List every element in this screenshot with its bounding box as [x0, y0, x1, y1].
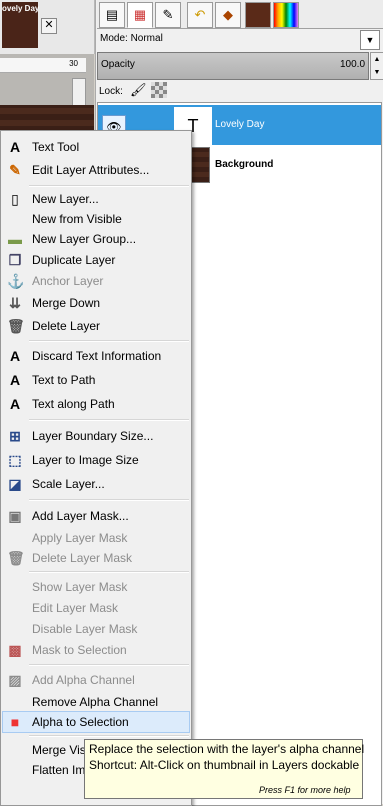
scale-icon: ◪	[8, 476, 22, 492]
text-tool-icon: A	[9, 139, 21, 155]
ruler-tick-label: 30	[69, 59, 78, 68]
layer-name: Background	[215, 159, 274, 170]
layer-name: Lovely Day	[215, 119, 265, 130]
gradients-icon[interactable]	[273, 2, 299, 28]
menu-item-edit-layer-mask[interactable]: Edit Layer Mask	[3, 598, 189, 618]
alpha-channel-icon: ▨	[8, 672, 22, 688]
menu-item-text-tool[interactable]: A Text Tool	[3, 137, 189, 157]
lock-label: Lock:	[99, 86, 123, 97]
menu-separator	[29, 340, 189, 342]
menu-item-new-from-visible[interactable]: New from Visible	[3, 209, 189, 229]
image-thumbnail-title: ovely Day	[2, 4, 40, 13]
menu-separator	[29, 735, 189, 737]
menu-item-mask-to-selection[interactable]: ▩ Mask to Selection	[3, 640, 189, 660]
layers-icon[interactable]: ▦	[127, 2, 153, 28]
opacity-value: 100.0	[340, 59, 366, 70]
menu-separator	[29, 664, 189, 666]
menu-item-alpha-to-selection[interactable]: ■ Alpha to Selection	[2, 711, 190, 733]
alpha-selection-icon: ■	[10, 714, 20, 730]
tooltip-description: Replace the selection with the layer's a…	[89, 742, 365, 756]
add-mask-icon: ▣	[8, 508, 22, 524]
menu-separator	[29, 499, 189, 501]
mask-selection-icon: ▩	[8, 642, 22, 658]
menu-item-delete-layer[interactable]: 🗑 Delete Layer	[3, 316, 189, 336]
chevron-down-icon[interactable]: ▼	[360, 30, 380, 50]
menu-item-edit-layer-attributes[interactable]: ✎ Edit Layer Attributes...	[3, 160, 189, 180]
boundary-size-icon: ⊞	[9, 428, 21, 444]
menu-item-new-layer[interactable]: ▯ New Layer...	[3, 189, 189, 209]
text-A-icon: A	[9, 372, 21, 388]
menu-separator	[29, 571, 189, 573]
menu-item-remove-alpha-channel[interactable]: Remove Alpha Channel	[3, 692, 189, 712]
menu-item-scale-layer[interactable]: ◪ Scale Layer...	[3, 474, 189, 494]
text-A-icon: A	[9, 396, 21, 412]
opacity-slider[interactable]	[97, 52, 369, 80]
menu-item-discard-text-information[interactable]: A Discard Text Information	[3, 346, 189, 366]
trash-icon: 🗑	[7, 318, 25, 334]
channels-icon[interactable]: ◆	[215, 2, 241, 28]
undo-icon[interactable]: ↶	[187, 2, 213, 28]
tool-options-icon[interactable]: ▤	[99, 2, 125, 28]
lock-alpha-icon[interactable]	[151, 82, 167, 98]
menu-item-add-alpha-channel[interactable]: ▨ Add Alpha Channel	[3, 670, 189, 690]
trash-icon: 🗑	[7, 550, 25, 566]
text-A-icon: A	[9, 348, 21, 364]
paths-icon[interactable]: ✎	[155, 2, 181, 28]
menu-item-add-layer-mask[interactable]: ▣ Add Layer Mask...	[3, 506, 189, 526]
menu-item-apply-layer-mask[interactable]: Apply Layer Mask	[3, 528, 189, 548]
duplicate-icon: ❐	[8, 252, 22, 268]
menu-item-layer-boundary-size[interactable]: ⊞ Layer Boundary Size...	[3, 426, 189, 446]
mode-label: Mode: Normal	[100, 33, 163, 44]
folder-icon: ▬	[8, 231, 22, 247]
brushes-icon[interactable]	[245, 2, 271, 28]
lock-pixels-icon[interactable]: 🖌	[130, 82, 147, 98]
opacity-spinner[interactable]: ▲ ▼	[370, 52, 383, 80]
merge-down-icon: ⇊	[9, 295, 21, 311]
layer-context-menu: A Text Tool ✎ Edit Layer Attributes... ▯ Ne…	[0, 130, 192, 806]
anchor-icon: ⚓	[7, 273, 25, 289]
horizontal-ruler: 30	[0, 58, 86, 73]
new-layer-icon: ▯	[11, 191, 19, 207]
close-image-icon[interactable]: ✕	[41, 18, 57, 34]
menu-item-layer-to-image-size[interactable]: ⬚ Layer to Image Size	[3, 450, 189, 470]
tooltip-shortcut: Shortcut: Alt-Click on thumbnail in Laye…	[89, 758, 360, 772]
menu-item-text-to-path[interactable]: A Text to Path	[3, 370, 189, 390]
menu-item-text-along-path[interactable]: A Text along Path	[3, 394, 189, 414]
tooltip-help-hint: Press F1 for more help	[259, 785, 351, 795]
dock-tab-bar: ▤ ▦ ✎ ↶ ◆	[97, 0, 383, 29]
menu-item-duplicate-layer[interactable]: ❐ Duplicate Layer	[3, 250, 189, 270]
menu-item-anchor-layer[interactable]: ⚓ Anchor Layer	[3, 271, 189, 291]
menu-separator	[29, 419, 189, 421]
menu-item-show-layer-mask[interactable]: Show Layer Mask	[3, 577, 189, 597]
edit-attributes-icon: ✎	[9, 162, 21, 178]
image-size-icon: ⬚	[8, 452, 22, 468]
menu-item-new-layer-group[interactable]: ▬ New Layer Group...	[3, 229, 189, 249]
menu-item-delete-layer-mask[interactable]: 🗑 Delete Layer Mask	[3, 548, 189, 568]
menu-item-merge-down[interactable]: ⇊ Merge Down	[3, 293, 189, 313]
opacity-label: Opacity	[101, 59, 135, 70]
menu-item-disable-layer-mask[interactable]: Disable Layer Mask	[3, 619, 189, 639]
menu-separator	[29, 185, 189, 187]
